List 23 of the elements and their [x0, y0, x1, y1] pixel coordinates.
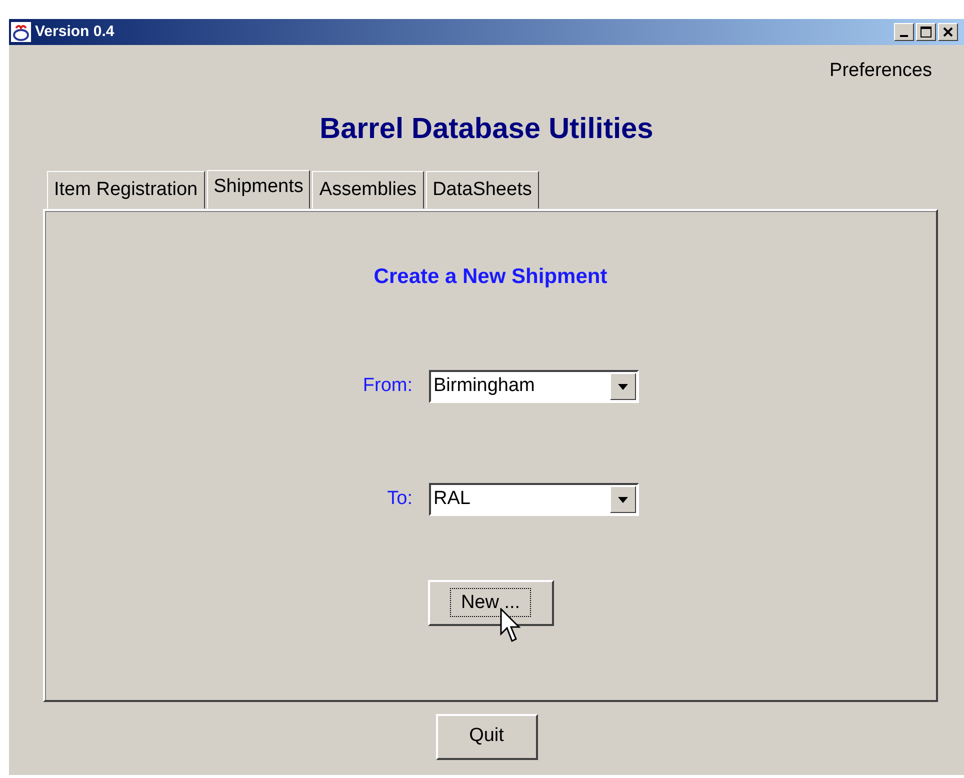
tab[interactable]: Assemblies [312, 171, 424, 208]
window-title: Version 0.4 [35, 22, 114, 42]
dropdown[interactable]: Birmingham [428, 370, 638, 403]
mouse-cursor-icon [500, 608, 522, 644]
app-icon [11, 22, 31, 42]
field-label: To: [386, 487, 412, 512]
tab[interactable]: Item Registration [47, 171, 205, 208]
panel-title: Create a New Shipment [374, 264, 608, 290]
tab[interactable]: Shipments [206, 170, 310, 208]
preferences-menu[interactable]: Preferences [830, 57, 932, 86]
dropdown[interactable]: RAL [428, 483, 638, 516]
tab[interactable]: DataSheets [426, 171, 539, 208]
field-label: From: [362, 374, 412, 398]
caret-icon [618, 496, 628, 502]
close-button[interactable] [938, 23, 958, 41]
minimize-button[interactable] [894, 23, 914, 41]
close-icon [943, 27, 953, 37]
minimize-icon [900, 34, 908, 36]
caret-icon [618, 384, 628, 390]
maximize-icon [920, 26, 932, 38]
app-title: Barrel Database Utilities [320, 112, 654, 146]
maximize-button[interactable] [916, 23, 936, 41]
quit-button[interactable]: Quit [436, 714, 538, 760]
